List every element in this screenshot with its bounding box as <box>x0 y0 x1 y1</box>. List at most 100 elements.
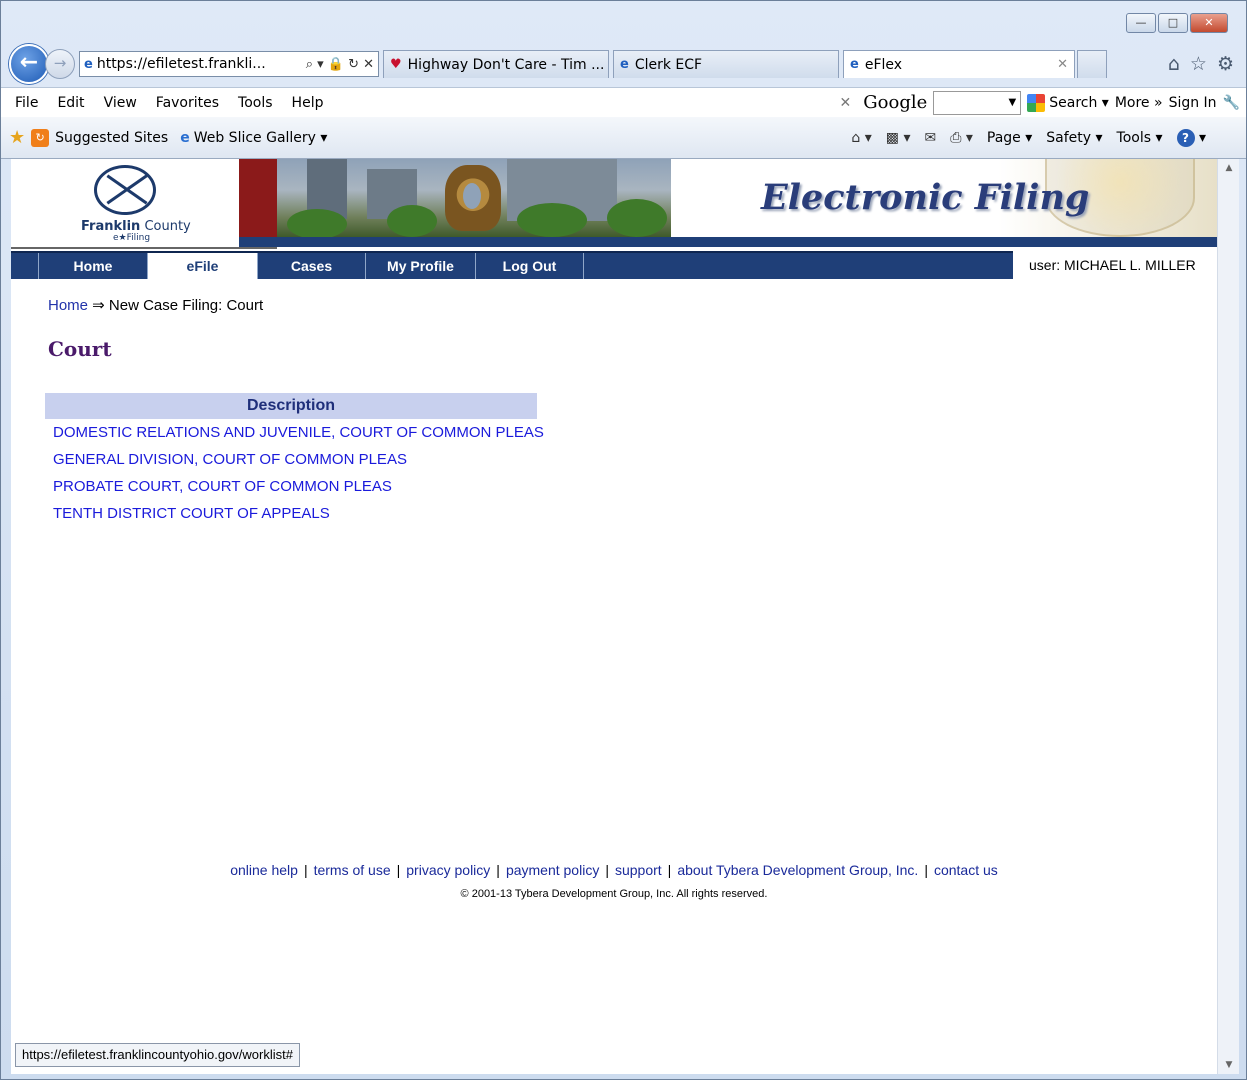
nav-efile[interactable]: eFile <box>148 253 258 279</box>
court-table: Description DOMESTIC RELATIONS AND JUVEN… <box>45 393 544 527</box>
footer-about-tybera[interactable]: about Tybera Development Group, Inc. <box>677 862 918 878</box>
sculpture-image <box>445 165 501 231</box>
site-nav: Home eFile Cases My Profile Log Out <box>11 251 1013 279</box>
menu-edit[interactable]: Edit <box>57 95 84 111</box>
nav-cases[interactable]: Cases <box>258 253 366 279</box>
court-link-probate[interactable]: PROBATE COURT, COURT OF COMMON PLEAS <box>45 473 537 500</box>
menu-help[interactable]: Help <box>292 95 324 111</box>
web-slice-gallery-link[interactable]: Web Slice Gallery ▾ <box>194 130 328 146</box>
menu-file[interactable]: File <box>15 95 38 111</box>
menu-bar: File Edit View Favorites Tools Help ✕ Go… <box>1 87 1246 117</box>
favorites-bar: ★ ↻ Suggested Sites e Web Slice Gallery … <box>1 117 1246 159</box>
court-link-appeals[interactable]: TENTH DISTRICT COURT OF APPEALS <box>45 500 537 527</box>
favorites-add-icon[interactable]: ★ <box>9 127 25 148</box>
breadcrumb-current: New Case Filing: Court <box>108 297 264 314</box>
address-actions-icon[interactable]: ⌕ ▾ 🔒 ↻ ✕ <box>302 57 374 72</box>
footer-links: online help | terms of use | privacy policy |… <box>230 862 998 878</box>
rss-feed-icon[interactable]: ▩ ▾ <box>886 130 911 146</box>
sign-in-link[interactable]: Sign In <box>1169 95 1217 111</box>
tools-menu[interactable]: Tools ▾ <box>1117 130 1163 146</box>
footer-payment-policy[interactable]: payment policy <box>506 862 599 878</box>
nav-my-profile[interactable]: My Profile <box>366 253 476 279</box>
vertical-scrollbar[interactable]: ▲ ▼ <box>1217 159 1239 1074</box>
scroll-down-icon[interactable]: ▼ <box>1218 1056 1240 1074</box>
banner-red-strip <box>239 159 277 249</box>
browser-window: — □ ✕ ← → e https://efiletest.frankli...… <box>0 0 1247 1080</box>
menu-favorites[interactable]: Favorites <box>156 95 219 111</box>
browser-nav-row: ← → e https://efiletest.frankli... ⌕ ▾ 🔒… <box>9 44 1238 84</box>
menu-view[interactable]: View <box>104 95 137 111</box>
court-link-general-division[interactable]: GENERAL DIVISION, COURT OF COMMON PLEAS <box>45 446 537 473</box>
favorites-star-icon[interactable]: ☆ <box>1190 53 1207 75</box>
help-menu[interactable]: ? ▾ <box>1176 128 1206 147</box>
ie-page-icon: e <box>620 57 629 72</box>
iheart-icon: ♥ <box>390 57 402 72</box>
help-icon: ? <box>1176 128 1195 147</box>
back-arrow-icon[interactable]: ← <box>9 44 49 84</box>
scroll-up-icon[interactable]: ▲ <box>1218 159 1240 177</box>
breadcrumb: Home ⇒ New Case Filing: Court <box>48 296 263 314</box>
banner-blue-bar <box>239 237 1217 247</box>
site-favicon-icon: e <box>84 56 93 72</box>
breadcrumb-separator: ⇒ <box>88 297 109 314</box>
google-search-button[interactable]: Search ▾ <box>1027 93 1109 112</box>
home-page-icon[interactable]: ⌂ ▾ <box>851 130 871 146</box>
banner-title-area: Electronic Filing <box>671 159 1217 237</box>
close-tab-icon[interactable]: ✕ <box>1057 57 1068 72</box>
page-viewport: Franklin County e★Filing Electronic Fili… <box>11 159 1217 1074</box>
site-title: Electronic Filing <box>761 177 1090 218</box>
footer-privacy-policy[interactable]: privacy policy <box>406 862 490 878</box>
more-button[interactable]: More » <box>1115 95 1163 111</box>
safety-menu[interactable]: Safety ▾ <box>1046 130 1102 146</box>
franklin-county-logo[interactable]: Franklin County e★Filing <box>11 159 239 249</box>
page-menu[interactable]: Page ▾ <box>987 130 1032 146</box>
logo-text: Franklin County <box>81 219 191 234</box>
web-slice-icon: e <box>180 129 190 146</box>
copyright: © 2001-13 Tybera Development Group, Inc.… <box>460 888 768 900</box>
page-title: Court <box>48 337 112 361</box>
breadcrumb-home-link[interactable]: Home <box>48 297 88 314</box>
new-tab-button[interactable] <box>1077 50 1107 78</box>
menu-tools[interactable]: Tools <box>238 95 273 111</box>
wrench-icon[interactable]: 🔧 <box>1223 95 1240 111</box>
tab-eflex[interactable]: e eFlex ✕ <box>843 50 1075 78</box>
tab-clerk-ecf[interactable]: e Clerk ECF <box>613 50 839 78</box>
suggested-sites-icon: ↻ <box>31 128 50 147</box>
ie-page-icon: e <box>850 57 859 72</box>
gear-icon[interactable]: ⚙ <box>1217 53 1234 75</box>
status-bar-url: https://efiletest.franklincountyohio.gov… <box>15 1043 300 1067</box>
tab-label: Clerk ECF <box>634 56 703 73</box>
logo-subtitle: e★Filing <box>113 233 151 243</box>
close-window-icon[interactable]: ✕ <box>1190 13 1228 33</box>
tab-highway[interactable]: ♥ Highway Don't Care - Tim ... <box>383 50 609 78</box>
maximize-icon[interactable]: □ <box>1158 13 1188 33</box>
court-link-domestic-relations[interactable]: DOMESTIC RELATIONS AND JUVENILE, COURT O… <box>45 419 544 446</box>
footer-online-help[interactable]: online help <box>230 862 298 878</box>
google-search-icon <box>1027 93 1046 112</box>
address-bar[interactable]: e https://efiletest.frankli... ⌕ ▾ 🔒 ↻ ✕ <box>79 51 379 77</box>
nav-log-out[interactable]: Log Out <box>476 253 584 279</box>
courthouse-photo <box>277 159 671 237</box>
nav-home[interactable]: Home <box>39 253 148 279</box>
tab-label: eFlex <box>864 56 903 73</box>
print-icon[interactable]: ⎙ ▾ <box>950 130 973 146</box>
command-bar: ⌂ ▾ ▩ ▾ ✉ ⎙ ▾ Page ▾ Safety ▾ Tools ▾ ? … <box>851 128 1246 147</box>
footer-terms-of-use[interactable]: terms of use <box>314 862 391 878</box>
close-toolbar-icon[interactable]: ✕ <box>840 95 852 111</box>
google-logo: Google <box>863 92 928 113</box>
current-user: user: MICHAEL L. MILLER <box>1029 257 1196 273</box>
tab-label: Highway Don't Care - Tim ... <box>407 56 605 73</box>
site-banner: Franklin County e★Filing Electronic Fili… <box>11 159 1217 249</box>
home-icon[interactable]: ⌂ <box>1168 53 1180 75</box>
footer-contact-us[interactable]: contact us <box>934 862 998 878</box>
google-toolbar: ✕ Google ▼ Search ▾ More » Sign In 🔧 <box>840 90 1246 115</box>
globe-icon <box>94 165 156 215</box>
footer-support[interactable]: support <box>615 862 662 878</box>
google-search-input[interactable]: ▼ <box>933 90 1022 115</box>
address-text: https://efiletest.frankli... <box>96 56 266 72</box>
forward-arrow-icon[interactable]: → <box>45 49 75 79</box>
suggested-sites-link[interactable]: Suggested Sites <box>55 130 168 146</box>
mail-icon[interactable]: ✉ <box>924 130 936 146</box>
minimize-icon[interactable]: — <box>1126 13 1156 33</box>
window-controls: — □ ✕ <box>1126 13 1228 33</box>
